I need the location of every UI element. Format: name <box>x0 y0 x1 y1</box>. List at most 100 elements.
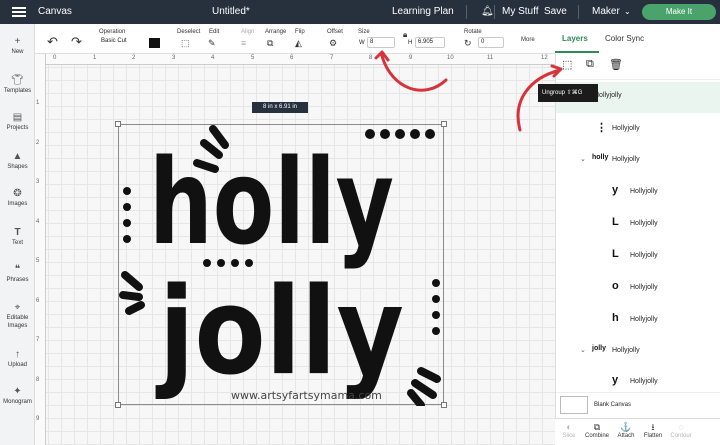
duplicate-icon[interactable]: ⧉ <box>586 58 594 71</box>
document-title[interactable]: Untitled* <box>212 0 250 24</box>
layer-row[interactable]: y Hollyjolly <box>556 177 720 208</box>
align-label: Align <box>241 29 255 35</box>
combine-icon: ⧉ <box>593 422 601 432</box>
sidebar-item-upload[interactable]: ↑ Upload <box>0 349 35 369</box>
selected-design[interactable]: holly jolly www.artsyfartsymama.com <box>115 121 447 408</box>
my-stuff-link[interactable]: My Stuff <box>502 0 539 24</box>
deselect-label: Deselect <box>177 29 201 35</box>
flatten-icon: ⭳ <box>651 422 655 432</box>
ruler-horizontal: 0 1 2 3 4 5 6 7 8 9 10 11 12 <box>35 54 555 65</box>
bottom-actions-bar: ◐ Slice ⧉ Combine ⚓ Attach ⭳ Flatten ◌ C… <box>555 418 720 445</box>
flatten-button[interactable]: ⭳ Flatten <box>639 422 667 439</box>
offset-label: Offset <box>327 29 343 35</box>
sidebar-item-images[interactable]: ❂ Images <box>0 188 35 208</box>
sidebar-item-shapes[interactable]: ▲ Shapes <box>0 151 35 171</box>
sidebar-item-editable-images[interactable]: ⌖ Editable Images <box>0 302 35 330</box>
layer-row[interactable]: ⌄ jolly Hollyjolly <box>556 336 720 367</box>
machine-selector[interactable]: Maker <box>592 0 620 24</box>
height-input[interactable]: 6.905 <box>415 37 445 48</box>
size-label: Size <box>358 29 370 35</box>
align-icon[interactable]: ≡ <box>241 38 246 48</box>
sidebar-item-phrases[interactable]: ❝ Phrases <box>0 264 35 284</box>
slice-button[interactable]: ◐ Slice <box>555 422 583 439</box>
width-label: W <box>359 40 365 46</box>
tab-active-indicator <box>555 51 599 53</box>
height-label: H <box>408 40 413 46</box>
flip-icon[interactable]: ◭ <box>295 38 302 49</box>
rotate-label: Rotate <box>464 29 482 35</box>
divider <box>494 5 495 19</box>
chevron-down-icon[interactable]: ⌄ <box>580 155 586 163</box>
offset-icon[interactable]: ⚙ <box>329 38 337 49</box>
blank-canvas-swatch <box>560 396 588 414</box>
chevron-down-icon[interactable]: ⌄ <box>624 0 631 24</box>
top-bar: Canvas Untitled* Learning Plan 🔔︎ My Stu… <box>0 0 720 24</box>
attach-icon: ⚓ <box>620 422 632 432</box>
contour-button[interactable]: ◌ Contour <box>667 422 695 439</box>
combine-button[interactable]: ⧉ Combine <box>583 422 611 439</box>
resize-handle[interactable] <box>441 121 447 127</box>
undo-icon[interactable]: ↶ <box>47 34 58 50</box>
tab-color-sync[interactable]: Color Sync <box>605 34 644 43</box>
menu-icon[interactable] <box>12 0 26 24</box>
shirt-icon: 👕︎ <box>11 75 24 86</box>
trash-icon[interactable]: 🗑︎ <box>609 58 623 71</box>
monogram-icon: ✦ <box>13 386 22 397</box>
layers-panel: ⬚ ⧉ 🗑︎ Hollyjolly ⋮ Hollyjolly ⌄ holly H… <box>555 54 720 445</box>
word-jolly: jolly <box>156 263 404 402</box>
layer-row[interactable]: ⌄ holly Hollyjolly <box>556 145 720 176</box>
editable-images-icon: ⌖ <box>14 302 21 313</box>
sidebar-item-text[interactable]: T Text <box>0 227 35 247</box>
operation-select[interactable]: Basic Cut <box>99 37 145 48</box>
redo-icon[interactable]: ↷ <box>71 34 82 50</box>
layer-row[interactable]: L Hollyjolly <box>556 209 720 240</box>
learning-plan-link[interactable]: Learning Plan <box>392 0 454 24</box>
width-input[interactable]: 8 <box>367 37 395 48</box>
slice-icon: ◐ <box>566 422 572 432</box>
tab-layers[interactable]: Layers <box>562 34 588 43</box>
resize-handle[interactable] <box>115 121 121 127</box>
layer-row[interactable]: o Hollyjolly <box>556 273 720 304</box>
plus-icon: + <box>14 36 21 47</box>
blank-canvas-row[interactable]: Blank Canvas <box>556 392 720 418</box>
shapes-icon: ▲ <box>12 151 23 162</box>
sidebar-item-templates[interactable]: 👕︎ Templates <box>0 75 35 95</box>
text-icon: T <box>14 227 21 238</box>
sidebar-item-projects[interactable]: ▤ Projects <box>0 112 35 132</box>
phrases-icon: ❝ <box>14 264 21 275</box>
arrange-icon[interactable]: ⧉ <box>267 38 273 49</box>
layer-row[interactable]: h Hollyjolly <box>556 305 720 336</box>
divider <box>578 5 579 19</box>
save-button[interactable]: Save <box>544 0 567 24</box>
upload-icon: ↑ <box>15 349 20 360</box>
layers-actions: ⬚ ⧉ 🗑︎ <box>556 54 720 80</box>
ungroup-tooltip: Ungroup ⇧⌘G <box>538 84 598 102</box>
operation-label: Operation <box>99 29 126 35</box>
group-icon[interactable]: ⬚ <box>562 58 572 71</box>
lock-icon[interactable]: 🔒︎ <box>403 30 407 40</box>
layer-row[interactable]: ⋮ Hollyjolly <box>556 114 720 145</box>
sidebar-item-monogram[interactable]: ✦ Monogram <box>0 386 35 406</box>
sidebar-item-new[interactable]: + New <box>0 36 35 56</box>
resize-handle[interactable] <box>115 402 121 408</box>
chevron-down-icon[interactable]: ⌄ <box>580 346 586 354</box>
color-swatch[interactable] <box>149 38 160 48</box>
resize-handle[interactable] <box>441 402 447 408</box>
layer-row[interactable]: L Hollyjolly <box>556 241 720 272</box>
pencil-icon[interactable]: ✎ <box>208 38 216 49</box>
watermark-text: www.artsyfartsymama.com <box>231 389 382 402</box>
more-menu[interactable]: More <box>521 37 535 43</box>
ruler-vertical: 1 2 3 4 5 6 7 8 9 <box>35 54 46 445</box>
attach-button[interactable]: ⚓ Attach <box>612 422 640 439</box>
deselect-icon[interactable]: ⬚ <box>181 38 190 49</box>
make-it-button[interactable]: Make It <box>642 4 716 20</box>
app-title: Canvas <box>38 6 72 17</box>
word-holly: holly <box>149 133 394 271</box>
size-tooltip: 8 in x 6.91 in <box>252 102 308 113</box>
rotate-input[interactable]: 0 <box>478 37 504 48</box>
bell-icon[interactable]: 🔔︎ <box>481 0 494 24</box>
rotate-icon[interactable]: ↻ <box>464 38 472 49</box>
holly-jolly-artwork: holly jolly www.artsyfartsymama.com <box>119 125 441 406</box>
projects-icon: ▤ <box>12 112 23 123</box>
contour-icon: ◌ <box>678 422 684 432</box>
